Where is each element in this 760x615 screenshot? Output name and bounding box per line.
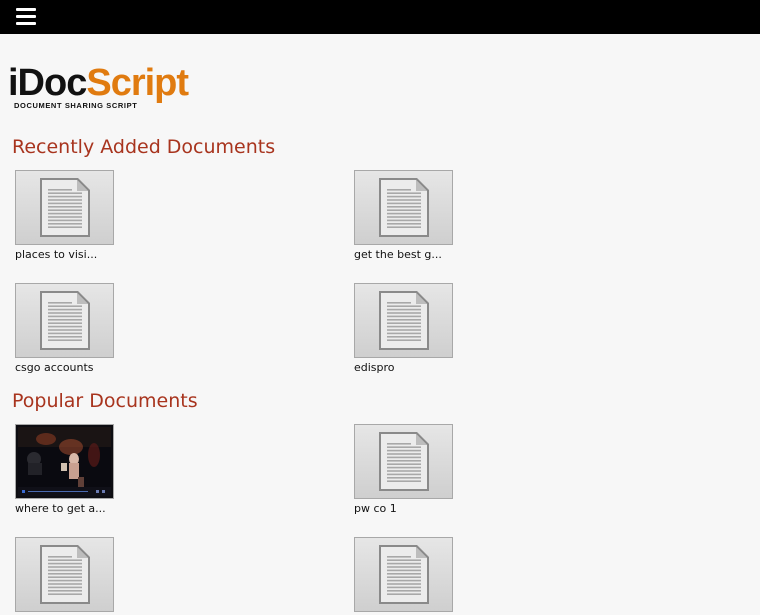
video-thumbnail[interactable]: [15, 424, 114, 499]
document-card[interactable]: where to get a...: [15, 424, 175, 515]
logo-wordmark-dark: iDoc: [8, 62, 87, 104]
document-title[interactable]: where to get a...: [15, 502, 175, 515]
logo-wordmark-accent: Script: [86, 62, 189, 104]
document-card[interactable]: edispro: [354, 283, 514, 374]
document-title[interactable]: pw co 1: [354, 502, 514, 515]
top-navigation-bar: [0, 0, 760, 34]
document-card[interactable]: [15, 537, 175, 615]
document-title[interactable]: edispro: [354, 361, 514, 374]
document-icon[interactable]: [354, 283, 453, 358]
popular-documents-title: Popular Documents: [12, 390, 198, 412]
logo-wordmark: iDocScript: [8, 62, 189, 104]
document-icon[interactable]: [15, 283, 114, 358]
document-icon[interactable]: [15, 537, 114, 612]
document-icon[interactable]: [15, 170, 114, 245]
site-logo[interactable]: iDocScript DOCUMENT SHARING SCRIPT: [8, 62, 189, 112]
document-title[interactable]: places to visi...: [15, 248, 175, 261]
document-card[interactable]: pw co 1: [354, 424, 514, 515]
document-card[interactable]: [354, 537, 514, 615]
document-card[interactable]: csgo accounts: [15, 283, 175, 374]
document-icon[interactable]: [354, 170, 453, 245]
document-title[interactable]: csgo accounts: [15, 361, 175, 374]
document-card[interactable]: places to visi...: [15, 170, 175, 261]
document-icon[interactable]: [354, 424, 453, 499]
document-card[interactable]: get the best g...: [354, 170, 514, 261]
document-title[interactable]: get the best g...: [354, 248, 514, 261]
recent-documents-title: Recently Added Documents: [12, 136, 276, 158]
hamburger-menu-icon[interactable]: [16, 8, 36, 26]
document-icon[interactable]: [354, 537, 453, 612]
